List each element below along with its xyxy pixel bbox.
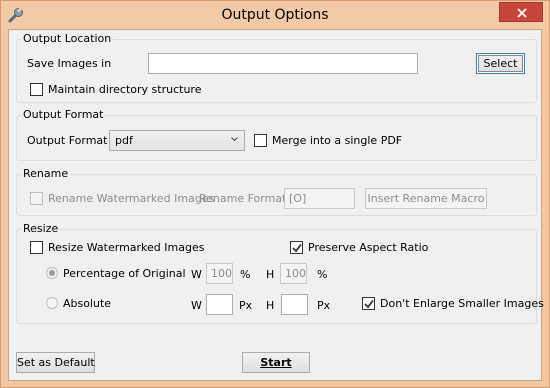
abs-w-unit: Px xyxy=(239,299,253,312)
save-location-input[interactable] xyxy=(148,53,418,74)
rename-title: Rename xyxy=(21,167,71,180)
abs-h-label: H xyxy=(266,299,275,312)
output-format-label: Output Format xyxy=(27,134,108,147)
output-format-group: Output Format Output Format pdf Merge in… xyxy=(16,108,537,161)
radio-dot-icon xyxy=(49,270,55,276)
dialog-body: Output Location Save Images in Select Ma… xyxy=(8,29,544,381)
output-options-window: Output Options Output Location Save Imag… xyxy=(0,0,550,388)
resize-checkbox[interactable] xyxy=(30,241,43,254)
dont-enlarge-label: Don't Enlarge Smaller Images xyxy=(380,297,544,310)
close-button[interactable] xyxy=(499,2,543,22)
window-title: Output Options xyxy=(221,7,329,23)
preserve-aspect-checkbox[interactable] xyxy=(290,241,303,254)
preserve-aspect-label: Preserve Aspect Ratio xyxy=(308,241,429,254)
merge-pdf-checkbox[interactable] xyxy=(254,134,267,147)
absolute-radio[interactable] xyxy=(46,297,58,309)
merge-pdf-label: Merge into a single PDF xyxy=(272,134,403,147)
output-location-group: Output Location Save Images in Select Ma… xyxy=(16,32,537,103)
output-format-value: pdf xyxy=(115,134,133,147)
percentage-label: Percentage of Original xyxy=(63,267,186,280)
maintain-structure-label: Maintain directory structure xyxy=(48,83,202,96)
checkmark-icon xyxy=(292,243,302,253)
percent-h-label: H xyxy=(266,268,275,281)
select-button[interactable]: Select xyxy=(476,53,525,74)
close-icon xyxy=(517,8,527,18)
resize-label: Resize Watermarked Images xyxy=(48,241,205,254)
percent-width-input[interactable]: 100 xyxy=(206,263,233,284)
abs-w-label: W xyxy=(191,299,202,312)
percent-w-label: W xyxy=(191,268,202,281)
start-label: Start xyxy=(260,356,292,369)
maintain-structure-checkbox[interactable] xyxy=(30,83,43,96)
output-format-dropdown[interactable]: pdf xyxy=(109,130,245,151)
rename-format-input[interactable]: [O] xyxy=(284,188,355,209)
checkmark-icon xyxy=(364,299,374,309)
insert-rename-macro-button[interactable]: Insert Rename Macro xyxy=(365,188,487,209)
start-button[interactable]: Start xyxy=(242,352,310,373)
absolute-label: Absolute xyxy=(63,297,112,310)
percent-w-unit: % xyxy=(240,268,251,281)
rename-checkbox[interactable] xyxy=(30,192,43,205)
output-format-title: Output Format xyxy=(21,108,106,121)
set-as-default-button[interactable]: Set as Default xyxy=(16,352,95,373)
rename-format-label: Rename Format xyxy=(199,192,287,205)
rename-label: Rename Watermarked Images xyxy=(48,192,215,205)
output-location-title: Output Location xyxy=(21,32,114,45)
set-as-default-label: Set as Default xyxy=(17,356,95,369)
dont-enlarge-checkbox[interactable] xyxy=(362,297,375,310)
chevron-down-icon xyxy=(231,137,238,142)
resize-title: Resize xyxy=(21,222,61,235)
absolute-width-input[interactable] xyxy=(206,294,233,315)
absolute-height-input[interactable] xyxy=(281,294,308,315)
title-bar[interactable]: Output Options xyxy=(1,1,549,29)
rename-group: Rename Rename Watermarked Images Rename … xyxy=(16,167,537,216)
percent-h-unit: % xyxy=(317,268,328,281)
resize-group: Resize Resize Watermarked Images Preserv… xyxy=(16,222,544,324)
percent-height-input[interactable]: 100 xyxy=(280,263,307,284)
save-images-label: Save Images in xyxy=(27,57,112,70)
percentage-radio[interactable] xyxy=(46,267,58,279)
abs-h-unit: Px xyxy=(317,299,331,312)
